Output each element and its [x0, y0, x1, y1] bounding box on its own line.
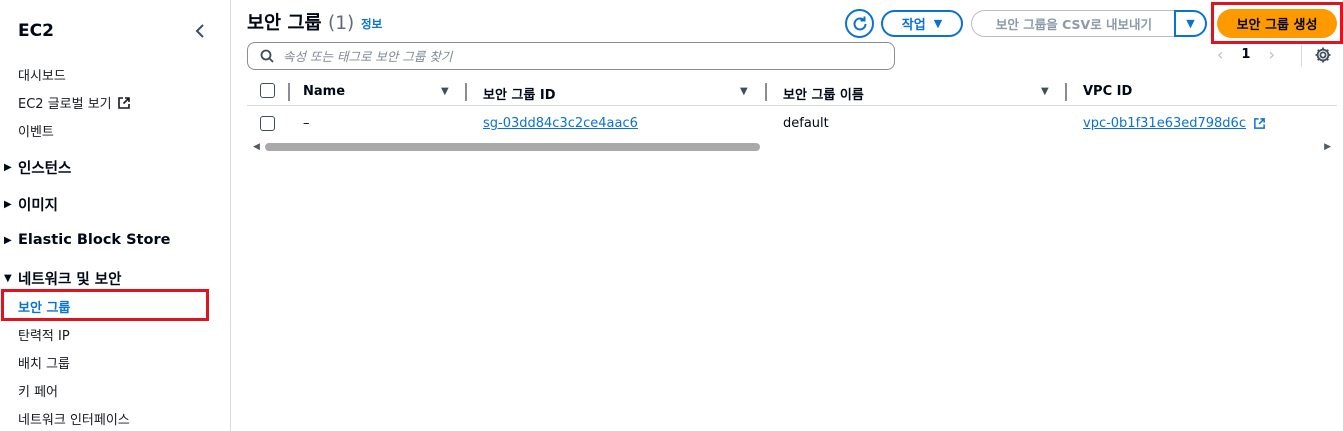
sidebar-section-instances[interactable]: ▶ 인스턴스: [4, 157, 71, 178]
scrollbar-thumb[interactable]: [265, 143, 760, 151]
sidebar: EC2 대시보드 EC2 글로벌 보기 이벤트 ▶ 인스턴스 ▶ 이미지 ▶ Elas…: [0, 0, 231, 431]
sidebar-item-elastic-ips[interactable]: 탄력적 IP: [18, 325, 70, 344]
sort-icon[interactable]: ▼: [441, 86, 449, 97]
collapse-sidebar-button[interactable]: [192, 20, 210, 42]
sidebar-item-dashboard[interactable]: 대시보드: [18, 65, 66, 84]
caret-right-icon: ▶: [4, 234, 12, 246]
export-dropdown-button[interactable]: ▼: [1174, 10, 1207, 37]
sidebar-section-network-security[interactable]: ▼ 네트워크 및 보안: [4, 268, 121, 289]
info-link[interactable]: 정보: [361, 16, 382, 32]
gear-icon: [1315, 47, 1331, 63]
external-link-icon: [117, 96, 130, 109]
caret-down-icon: ▼: [1186, 17, 1195, 30]
column-divider: [288, 83, 290, 101]
sidebar-section-ebs[interactable]: ▶ Elastic Block Store: [4, 232, 170, 248]
current-page[interactable]: 1: [1241, 47, 1250, 62]
divider: [1301, 45, 1302, 67]
column-header-group-name[interactable]: 보안 그룹 이름: [783, 84, 864, 103]
sidebar-item-network-interfaces[interactable]: 네트워크 인터페이스: [18, 409, 130, 428]
scroll-right-icon[interactable]: ▶: [1324, 142, 1331, 152]
sidebar-item-key-pairs[interactable]: 키 페어: [18, 381, 58, 400]
cell-vpc-id: vpc-0b1f31e63ed798d6c: [1083, 116, 1266, 131]
sidebar-title[interactable]: EC2: [18, 21, 54, 41]
sidebar-item-events[interactable]: 이벤트: [18, 121, 54, 140]
sidebar-item-ec2-global-view[interactable]: EC2 글로벌 보기: [18, 93, 131, 112]
export-csv-button[interactable]: 보안 그룹을 CSV로 내보내기: [971, 10, 1176, 37]
sidebar-item-placement-groups[interactable]: 배치 그룹: [18, 353, 70, 372]
actions-button[interactable]: 작업 ▼: [881, 10, 963, 37]
column-divider[interactable]: [1065, 83, 1067, 101]
column-header-group-id[interactable]: 보안 그룹 ID: [483, 84, 556, 103]
column-divider[interactable]: [765, 83, 767, 101]
caret-down-icon: ▼: [933, 17, 943, 30]
search-bar[interactable]: [247, 42, 895, 70]
select-all-checkbox[interactable]: [260, 83, 275, 98]
caret-right-icon: ▶: [4, 162, 12, 173]
item-count: (1): [327, 13, 355, 34]
horizontal-scrollbar[interactable]: ◀ ▶: [247, 141, 1337, 153]
row-checkbox[interactable]: [260, 116, 275, 131]
external-link-icon: [1254, 118, 1266, 129]
sort-icon[interactable]: ▼: [740, 86, 748, 97]
column-header-vpc-id[interactable]: VPC ID: [1083, 84, 1132, 99]
search-input[interactable]: [283, 48, 843, 64]
scroll-left-icon[interactable]: ◀: [253, 142, 260, 152]
preferences-button[interactable]: [1313, 45, 1333, 65]
sort-icon[interactable]: ▼: [1041, 86, 1049, 97]
caret-right-icon: ▶: [4, 199, 12, 210]
cell-name: –: [303, 116, 310, 131]
column-divider[interactable]: [465, 83, 467, 101]
next-page-button[interactable]: ›: [1268, 45, 1274, 64]
vpc-id-link[interactable]: vpc-0b1f31e63ed798d6c: [1083, 116, 1246, 131]
chevron-left-icon: [195, 24, 204, 38]
caret-down-icon: ▼: [4, 273, 12, 284]
table-header: Name ▼ 보안 그룹 ID ▼ 보안 그룹 이름 ▼ VPC ID: [247, 79, 1337, 106]
cell-group-id-link[interactable]: sg-03dd84c3c2ce4aac6: [483, 116, 638, 131]
highlight-security-groups: [1, 289, 209, 321]
column-header-name[interactable]: Name: [303, 84, 345, 99]
pagination: ‹ 1 ›: [1217, 45, 1275, 64]
previous-page-button[interactable]: ‹: [1217, 45, 1223, 64]
refresh-button[interactable]: [845, 9, 874, 38]
highlight-create-button: [1211, 2, 1343, 44]
sidebar-section-images[interactable]: ▶ 이미지: [4, 194, 58, 215]
refresh-icon: [853, 16, 866, 30]
cell-group-name: default: [783, 116, 829, 131]
page-title: 보안 그룹 (1): [247, 13, 355, 34]
search-icon: [260, 49, 274, 63]
